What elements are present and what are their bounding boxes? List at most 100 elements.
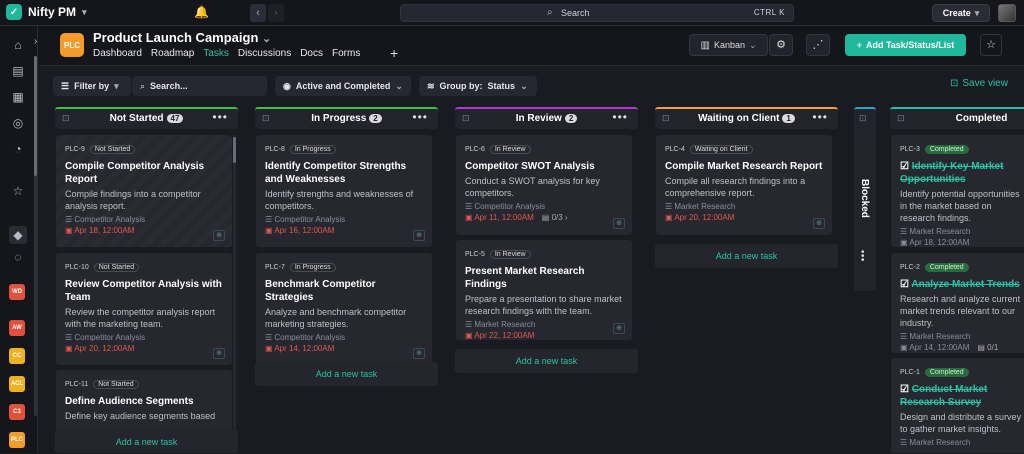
- status-pill[interactable]: Not Started: [93, 262, 140, 272]
- status-pill[interactable]: In Progress: [289, 262, 336, 272]
- favorites-star-icon[interactable]: ☆: [9, 182, 27, 200]
- task-title[interactable]: Identify Competitor Strengths and Weakne…: [265, 160, 423, 186]
- tab-tasks[interactable]: Tasks: [203, 48, 229, 59]
- assignee-icon[interactable]: ⊕: [213, 230, 225, 241]
- global-search[interactable]: ⌕ Search CTRL K: [400, 4, 794, 22]
- task-title[interactable]: Compile Competitor Analysis Report: [65, 160, 223, 186]
- task-title[interactable]: ☑ Conduct Market Research Survey: [900, 383, 1022, 409]
- view-label: Kanban: [713, 40, 745, 50]
- user-avatar[interactable]: [998, 4, 1016, 22]
- home-icon[interactable]: ⌂: [9, 36, 27, 54]
- task-title[interactable]: Define Audience Segments: [65, 395, 223, 408]
- active-completed-selector[interactable]: ◉ Active and Completed ⌄: [275, 76, 411, 96]
- status-pill[interactable]: Waiting on Client: [689, 144, 753, 154]
- status-pill[interactable]: Completed: [924, 367, 969, 377]
- column-menu-icon[interactable]: •••: [861, 248, 865, 266]
- status-pill[interactable]: In Review: [489, 249, 531, 259]
- tab-forms[interactable]: Forms: [332, 48, 360, 59]
- task-card[interactable]: PLC-4 Waiting on Client Compile Market Res…: [656, 135, 832, 235]
- column-menu-icon[interactable]: •••: [412, 110, 428, 124]
- filter-by-button[interactable]: ☰ Filter by ▾: [53, 76, 131, 96]
- expand-sidebar-chevron-icon[interactable]: ›: [34, 36, 37, 47]
- task-card[interactable]: PLC-9 Not Started Compile Competitor Analy…: [56, 135, 232, 247]
- assignee-icon[interactable]: ⊕: [213, 348, 225, 359]
- project-badge-plc[interactable]: PLC: [9, 432, 25, 448]
- task-card[interactable]: PLC-7 In Progress Benchmark Competitor Str…: [256, 253, 432, 365]
- tab-docs[interactable]: Docs: [300, 48, 323, 59]
- checkbox-checked-icon[interactable]: ☑: [900, 384, 912, 395]
- task-title[interactable]: Review Competitor Analysis with Team: [65, 278, 223, 304]
- search-tasks-input[interactable]: ⌕ Search...: [132, 76, 267, 96]
- task-card[interactable]: PLC-3 Completed ☑ Identify Key Market Oppo…: [891, 135, 1024, 247]
- add-new-task-button[interactable]: Add a new task: [655, 244, 838, 268]
- column-menu-icon[interactable]: •••: [612, 110, 628, 124]
- project-badge-aw[interactable]: AW: [9, 320, 25, 336]
- goals-icon[interactable]: ◎: [9, 114, 27, 132]
- favorite-star-icon[interactable]: ☆: [980, 34, 1002, 56]
- checkbox-checked-icon[interactable]: ☑: [900, 279, 911, 290]
- checkbox-checked-icon[interactable]: ☑: [900, 161, 912, 172]
- group-by-selector[interactable]: ≋ Group by: Status ⌄: [419, 76, 537, 96]
- project-badge-c3[interactable]: C3: [9, 404, 25, 420]
- task-title[interactable]: ☑ Analyze Market Trends: [900, 278, 1022, 291]
- column-menu-icon[interactable]: •••: [812, 110, 828, 124]
- portfolio-icon[interactable]: ◆: [9, 226, 27, 244]
- task-card[interactable]: PLC-10 Not Started Review Competitor Analy…: [56, 253, 232, 365]
- project-badge-acl[interactable]: ACL: [9, 376, 25, 392]
- status-pill[interactable]: Completed: [924, 144, 969, 154]
- column-scrollbar-thumb[interactable]: [233, 137, 236, 163]
- project-badge-cc[interactable]: CC: [9, 348, 25, 364]
- status-pill[interactable]: In Progress: [289, 144, 336, 154]
- notifications-icon[interactable]: ◔: [9, 140, 27, 158]
- column-blocked-collapsed[interactable]: ⊡ Blocked • • •: [854, 107, 876, 291]
- task-title[interactable]: Compile Market Research Report: [665, 160, 823, 173]
- add-new-task-button[interactable]: Add a new task: [455, 349, 638, 373]
- tab-roadmap[interactable]: Roadmap: [151, 48, 194, 59]
- assignee-icon[interactable]: ⊕: [613, 323, 625, 334]
- task-title[interactable]: Competitor SWOT Analysis: [465, 160, 623, 173]
- add-task-button[interactable]: + Add Task/Status/List: [845, 34, 966, 56]
- workspace-switcher[interactable]: ✓ Nifty PM ▾: [6, 4, 87, 20]
- status-pill[interactable]: In Review: [489, 144, 531, 154]
- task-card[interactable]: PLC-5 In Review Present Market Research Fi…: [456, 240, 632, 340]
- task-title[interactable]: Present Market Research Findings: [465, 265, 623, 291]
- save-view-button[interactable]: ⊡ Save view: [950, 78, 1008, 89]
- task-card[interactable]: PLC-6 In Review Competitor SWOT Analysis Co…: [456, 135, 632, 235]
- tab-discussions[interactable]: Discussions: [238, 48, 291, 59]
- tab-dashboard[interactable]: Dashboard: [93, 48, 142, 59]
- notifications-bell-icon[interactable]: 🔔: [194, 5, 209, 19]
- column-scrollbar[interactable]: [233, 135, 236, 453]
- assignee-icon[interactable]: ⊕: [413, 230, 425, 241]
- calendar-icon[interactable]: ▦: [9, 88, 27, 106]
- task-title[interactable]: ☑ Identify Key Market Opportunities: [900, 160, 1022, 186]
- task-card[interactable]: PLC-8 In Progress Identify Competitor Stre…: [256, 135, 432, 247]
- project-title[interactable]: Product Launch Campaign ⌄: [93, 30, 271, 45]
- back-nav-button[interactable]: ‹: [250, 4, 266, 22]
- column-title: Waiting on Client 1: [655, 113, 838, 124]
- rail-scrollbar-thumb[interactable]: [34, 56, 37, 176]
- task-description: Compile findings into a competitor analy…: [65, 189, 201, 211]
- add-new-task-button[interactable]: Add a new task: [55, 430, 238, 453]
- reports-icon[interactable]: ▤: [9, 62, 27, 80]
- assignee-icon[interactable]: ⊕: [813, 218, 825, 229]
- assignee-icon[interactable]: ⊕: [613, 218, 625, 229]
- assignee-icon[interactable]: ⊕: [413, 348, 425, 359]
- share-icon[interactable]: ⋰: [806, 34, 830, 56]
- add-tab-plus-icon[interactable]: +: [390, 45, 398, 61]
- task-card[interactable]: PLC-1 Completed ☑ Conduct Market Research …: [891, 358, 1024, 453]
- status-pill[interactable]: Not Started: [89, 144, 136, 154]
- category-text: Market Research: [909, 332, 971, 341]
- task-title[interactable]: Benchmark Competitor Strategies: [265, 278, 423, 304]
- task-id: PLC-10: [65, 263, 89, 271]
- task-card[interactable]: PLC-2 Completed ☑ Analyze Market Trends Res…: [891, 253, 1024, 353]
- create-button[interactable]: Create ▾: [932, 4, 990, 22]
- view-settings-gear-icon[interactable]: ⚙: [769, 34, 793, 56]
- add-new-task-button[interactable]: Add a new task: [255, 362, 438, 386]
- view-selector[interactable]: ▥ Kanban ⌄: [689, 34, 768, 56]
- status-pill[interactable]: Completed: [924, 262, 969, 272]
- project-badge-wd[interactable]: WD: [9, 284, 25, 300]
- status-pill[interactable]: Not Started: [93, 379, 139, 389]
- discussions-icon[interactable]: ◌: [9, 248, 27, 266]
- column-menu-icon[interactable]: •••: [212, 110, 228, 124]
- forward-nav-button[interactable]: ›: [268, 4, 284, 22]
